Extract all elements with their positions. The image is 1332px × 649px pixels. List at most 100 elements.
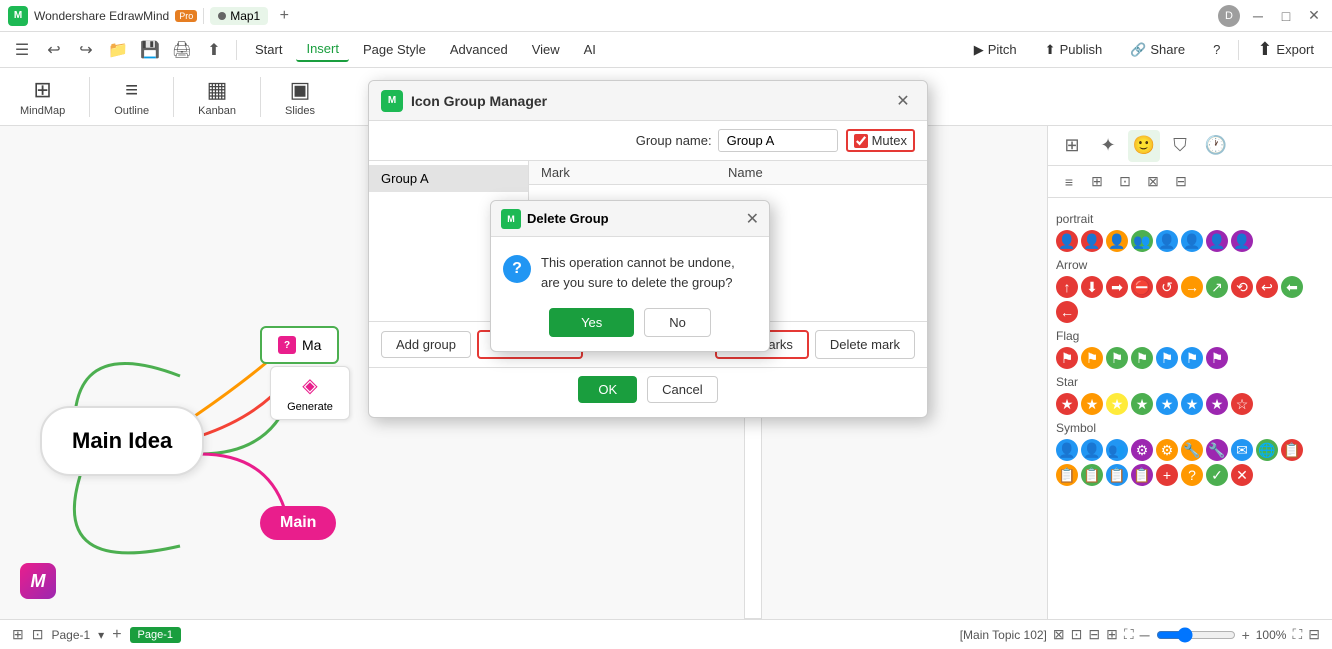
icon-item[interactable]: ⚑ bbox=[1181, 347, 1203, 369]
icon-item[interactable]: ✉ bbox=[1231, 439, 1253, 461]
menu-toggle-button[interactable]: ☰ bbox=[8, 36, 36, 64]
icon-item[interactable]: ⚑ bbox=[1106, 347, 1128, 369]
sparkle-panel-btn[interactable]: ✦ bbox=[1092, 130, 1124, 162]
view-icon-3[interactable]: ⊞ bbox=[1106, 626, 1118, 643]
icon-item[interactable]: ↗ bbox=[1206, 276, 1228, 298]
icon-item[interactable]: ➡ bbox=[1106, 276, 1128, 298]
icon-item[interactable]: ⚑ bbox=[1081, 347, 1103, 369]
icon-item[interactable]: ↺ bbox=[1156, 276, 1178, 298]
undo-button[interactable]: ↩ bbox=[40, 36, 68, 64]
page-dropdown-icon[interactable]: ▾ bbox=[98, 628, 104, 642]
redo-button[interactable]: ↪ bbox=[72, 36, 100, 64]
clock-panel-btn[interactable]: 🕐 bbox=[1200, 130, 1232, 162]
branch-green-node[interactable]: ? Ma bbox=[260, 326, 339, 364]
yes-button[interactable]: Yes bbox=[549, 308, 634, 337]
icon-item[interactable]: 🔧 bbox=[1206, 439, 1228, 461]
copy-btn[interactable]: ⊠ bbox=[1140, 169, 1166, 195]
icon-item[interactable]: ★ bbox=[1156, 393, 1178, 415]
share-button[interactable]: 🔗 Share bbox=[1120, 38, 1195, 62]
icon-item[interactable]: 📋 bbox=[1081, 464, 1103, 486]
fit-icon[interactable]: ⊠ bbox=[1053, 626, 1065, 643]
delete-close-button[interactable]: ✕ bbox=[746, 209, 759, 229]
delete-mark-button[interactable]: Delete mark bbox=[815, 330, 915, 359]
icon-item[interactable]: 👤 bbox=[1231, 230, 1253, 252]
icon-item[interactable]: ★ bbox=[1056, 393, 1078, 415]
close-button[interactable]: ✕ bbox=[1304, 6, 1324, 26]
status-icon-1[interactable]: ⊞ bbox=[12, 626, 24, 643]
zoom-out-icon[interactable]: ─ bbox=[1140, 627, 1150, 643]
icon-item[interactable]: 👤 bbox=[1106, 230, 1128, 252]
slides-tool[interactable]: ▣ Slides bbox=[277, 73, 323, 121]
icon-item[interactable]: 👥 bbox=[1131, 230, 1153, 252]
menu-ai[interactable]: AI bbox=[574, 38, 606, 61]
mutex-checkbox[interactable] bbox=[854, 134, 868, 148]
icon-item[interactable]: ↩ bbox=[1256, 276, 1278, 298]
export-button[interactable]: ⬆ bbox=[200, 36, 228, 64]
menu-insert[interactable]: Insert bbox=[296, 37, 349, 62]
kanban-tool[interactable]: ▦ Kanban bbox=[190, 73, 244, 121]
icon-item[interactable]: ⛔ bbox=[1131, 276, 1153, 298]
icon-item[interactable]: ? bbox=[1181, 464, 1203, 486]
icon-item[interactable]: ★ bbox=[1131, 393, 1153, 415]
icon-item[interactable]: ⚑ bbox=[1056, 347, 1078, 369]
main-idea-node[interactable]: Main Idea bbox=[40, 406, 204, 476]
icon-item[interactable]: ⚙ bbox=[1156, 439, 1178, 461]
icon-item[interactable]: 👤 bbox=[1081, 230, 1103, 252]
icon-item[interactable]: ★ bbox=[1106, 393, 1128, 415]
print-button[interactable]: 🖨 bbox=[168, 36, 196, 64]
view-icon-2[interactable]: ⊟ bbox=[1088, 626, 1100, 643]
icon-item[interactable]: 🌐 bbox=[1256, 439, 1278, 461]
icon-item[interactable]: ★ bbox=[1181, 393, 1203, 415]
icon-item[interactable]: 📋 bbox=[1131, 464, 1153, 486]
icon-item[interactable]: 🔧 bbox=[1181, 439, 1203, 461]
zoom-slider[interactable] bbox=[1156, 627, 1236, 643]
icon-item[interactable]: ★ bbox=[1206, 393, 1228, 415]
group-name-input[interactable] bbox=[718, 129, 838, 152]
icon-item[interactable]: 👤 bbox=[1206, 230, 1228, 252]
menu-page-style[interactable]: Page Style bbox=[353, 38, 436, 61]
settings-icon[interactable]: ⊟ bbox=[1308, 626, 1320, 643]
icon-item[interactable]: 📋 bbox=[1281, 439, 1303, 461]
new-tab-button[interactable]: + bbox=[274, 6, 294, 26]
icon-item[interactable]: ✕ bbox=[1231, 464, 1253, 486]
open-button[interactable]: 📁 bbox=[104, 36, 132, 64]
icon-item[interactable]: ⟲ bbox=[1231, 276, 1253, 298]
icon-item[interactable]: 👤 bbox=[1056, 230, 1078, 252]
shield-panel-btn[interactable]: ⛉ bbox=[1164, 130, 1196, 162]
dialog-close-button[interactable]: ✕ bbox=[891, 89, 915, 113]
group-list-item[interactable]: Group A bbox=[369, 165, 528, 192]
map-tab[interactable]: Map1 bbox=[210, 7, 268, 25]
view-icon-1[interactable]: ⊡ bbox=[1071, 626, 1083, 643]
icon-item[interactable]: 👤 bbox=[1181, 230, 1203, 252]
emoji-panel-btn[interactable]: 🙂 bbox=[1128, 130, 1160, 162]
icon-item[interactable]: ⚙ bbox=[1131, 439, 1153, 461]
list-view-btn[interactable]: ≡ bbox=[1056, 169, 1082, 195]
icon-item[interactable]: ⬅ bbox=[1281, 276, 1303, 298]
publish-button[interactable]: ⬆ Publish bbox=[1035, 38, 1113, 62]
icon-item[interactable]: 👥 bbox=[1106, 439, 1128, 461]
icon-item[interactable]: → bbox=[1181, 276, 1203, 298]
mindmap-tool[interactable]: ⊞ MindMap bbox=[12, 73, 73, 121]
save-button[interactable]: 💾 bbox=[136, 36, 164, 64]
no-button[interactable]: No bbox=[644, 308, 711, 337]
icon-item[interactable]: ✓ bbox=[1206, 464, 1228, 486]
icon-item[interactable]: ↑ bbox=[1056, 276, 1078, 298]
status-icon-2[interactable]: ⊡ bbox=[32, 626, 44, 643]
pitch-button[interactable]: ▶ Pitch bbox=[964, 38, 1027, 62]
icon-item[interactable]: 👤 bbox=[1056, 439, 1078, 461]
layout-panel-btn[interactable]: ⊞ bbox=[1056, 130, 1088, 162]
menu-view[interactable]: View bbox=[522, 38, 570, 61]
expand-icon[interactable]: ⛶ bbox=[1292, 626, 1302, 643]
page-tab[interactable]: Page-1 bbox=[130, 627, 181, 643]
outline-tool[interactable]: ≡ Outline bbox=[106, 73, 157, 121]
frame-btn[interactable]: ⊡ bbox=[1112, 169, 1138, 195]
icon-item[interactable]: ⚑ bbox=[1156, 347, 1178, 369]
ok-button[interactable]: OK bbox=[578, 376, 637, 403]
add-group-button[interactable]: Add group bbox=[381, 331, 471, 358]
icon-item[interactable]: ⬇ bbox=[1081, 276, 1103, 298]
icon-item[interactable]: ★ bbox=[1081, 393, 1103, 415]
grid-view-btn[interactable]: ⊞ bbox=[1084, 169, 1110, 195]
zoom-in-icon[interactable]: + bbox=[1242, 627, 1250, 643]
icon-item[interactable]: + bbox=[1156, 464, 1178, 486]
icon-item[interactable]: 📋 bbox=[1106, 464, 1128, 486]
